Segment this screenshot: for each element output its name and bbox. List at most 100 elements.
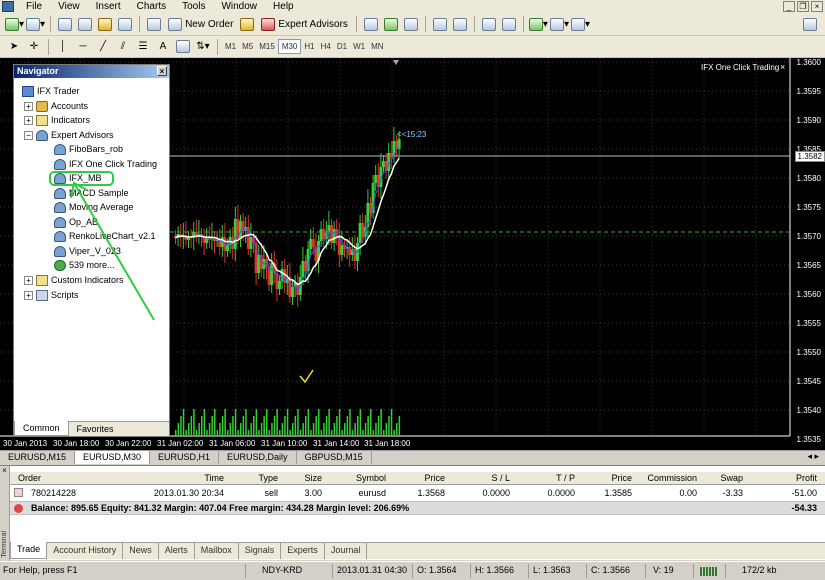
autoscroll-button[interactable]: [500, 15, 518, 33]
tester-button[interactable]: [145, 15, 163, 33]
table-row[interactable]: 780214228 2013.01.30 20:34 sell 3.00 eur…: [10, 486, 825, 500]
volume-bar: [388, 416, 390, 436]
profiles-icon: [26, 17, 41, 31]
tf-h4[interactable]: H4: [318, 40, 334, 53]
tf-m5[interactable]: M5: [239, 40, 256, 53]
tf-mn[interactable]: MN: [368, 40, 386, 53]
trendline-button[interactable]: ╱: [94, 38, 112, 56]
chart-tab-active[interactable]: EURUSD,M30: [75, 451, 151, 464]
tree-root[interactable]: IFX Trader: [22, 84, 80, 98]
chart-tab[interactable]: EURUSD,M15: [0, 451, 76, 464]
navigator-title: Navigator: [17, 66, 59, 76]
tf-h1[interactable]: H1: [301, 40, 317, 53]
zoom-in-button[interactable]: [431, 15, 449, 33]
tab-signals[interactable]: Signals: [239, 543, 282, 559]
menu-tools[interactable]: Tools: [174, 1, 213, 12]
metaeditor-button[interactable]: [238, 15, 256, 33]
tree-indicators[interactable]: + Indicators: [24, 113, 90, 127]
col-price2[interactable]: Price: [611, 473, 632, 483]
cursor-button[interactable]: ➤: [5, 38, 23, 56]
chart-tab[interactable]: EURUSD,Daily: [219, 451, 297, 464]
menu-window[interactable]: Window: [213, 1, 265, 12]
expert-advisors-button[interactable]: Expert Advisors: [258, 15, 350, 33]
new-chart-button[interactable]: ▾: [5, 15, 24, 33]
tf-m1[interactable]: M1: [222, 40, 239, 53]
channel-button[interactable]: ⫽: [114, 38, 132, 56]
col-price[interactable]: Price: [424, 473, 445, 483]
tab-scroll-arrows-icon[interactable]: ◂ ▸: [801, 451, 825, 464]
col-type[interactable]: Type: [258, 473, 278, 483]
close-icon[interactable]: ×: [811, 1, 823, 12]
status-profile[interactable]: NDY-KRD: [262, 565, 302, 575]
candlestick-button[interactable]: [382, 15, 400, 33]
tree-expert-advisors[interactable]: − Expert Advisors: [24, 128, 114, 142]
tab-common[interactable]: Common: [14, 421, 69, 436]
data-window-button[interactable]: [76, 15, 94, 33]
expand-icon[interactable]: +: [24, 290, 33, 300]
tf-m15[interactable]: M15: [256, 40, 278, 53]
menu-view[interactable]: View: [50, 1, 88, 12]
tree-ea-item[interactable]: IFX One Click Trading: [54, 157, 157, 171]
ifx-overlay-close-icon[interactable]: ×: [780, 62, 785, 72]
text-label-button[interactable]: [174, 38, 192, 56]
line-chart-button[interactable]: [402, 15, 420, 33]
menu-file[interactable]: File: [18, 1, 50, 12]
text-button[interactable]: A: [154, 38, 172, 56]
crosshair-button[interactable]: ✛: [25, 38, 43, 56]
collapse-icon[interactable]: −: [24, 130, 33, 140]
tree-accounts[interactable]: + Accounts: [24, 99, 88, 113]
chart-tab[interactable]: EURUSD,H1: [150, 451, 220, 464]
terminal-button[interactable]: [116, 15, 134, 33]
menu-charts[interactable]: Charts: [129, 1, 174, 12]
terminal-close-icon[interactable]: ×: [0, 466, 9, 475]
zoom-out-button[interactable]: [451, 15, 469, 33]
chat-button[interactable]: [801, 15, 819, 33]
col-profit[interactable]: Profit: [796, 473, 817, 483]
navigator-title-bar: Navigator ×: [14, 65, 169, 78]
col-symbol[interactable]: Symbol: [356, 473, 386, 483]
restore-icon[interactable]: ❐: [797, 1, 809, 12]
volume-bar: [180, 416, 182, 436]
horizontal-line-button[interactable]: ─: [74, 38, 92, 56]
bar-chart-button[interactable]: [362, 15, 380, 33]
chart-shift-button[interactable]: [480, 15, 498, 33]
col-time[interactable]: Time: [204, 473, 224, 483]
vertical-line-button[interactable]: │: [54, 38, 72, 56]
col-commission[interactable]: Commission: [647, 473, 697, 483]
new-order-button[interactable]: New Order: [165, 15, 236, 33]
tab-journal[interactable]: Journal: [325, 543, 368, 559]
navigator-button[interactable]: [96, 15, 114, 33]
market-watch-button[interactable]: [56, 15, 74, 33]
col-order[interactable]: Order: [18, 473, 41, 483]
templates-button[interactable]: ▾: [570, 15, 590, 33]
tf-w1[interactable]: W1: [350, 40, 368, 53]
tree-ea-item[interactable]: FiboBars_rob: [54, 142, 123, 156]
connection-status-icon[interactable]: [700, 567, 718, 576]
expand-icon[interactable]: +: [24, 115, 33, 125]
col-swap[interactable]: Swap: [720, 473, 743, 483]
periods-button[interactable]: ▾: [549, 15, 569, 33]
tab-trade[interactable]: Trade: [10, 542, 48, 559]
minimize-icon[interactable]: _: [783, 1, 795, 12]
tab-mailbox[interactable]: Mailbox: [195, 543, 239, 559]
menu-help[interactable]: Help: [265, 1, 302, 12]
expand-icon[interactable]: +: [24, 101, 33, 111]
fibonacci-button[interactable]: ☰: [134, 38, 152, 56]
tab-favorites[interactable]: Favorites: [69, 422, 122, 436]
tab-account-history[interactable]: Account History: [47, 543, 124, 559]
tab-news[interactable]: News: [123, 543, 159, 559]
tf-d1[interactable]: D1: [334, 40, 350, 53]
chart-tab[interactable]: GBPUSD,M15: [297, 451, 372, 464]
arrows-button[interactable]: ⇅▾: [194, 38, 212, 56]
col-tp[interactable]: T / P: [556, 473, 575, 483]
menu-insert[interactable]: Insert: [88, 1, 129, 12]
indicators-button[interactable]: ▾: [528, 15, 548, 33]
col-size[interactable]: Size: [304, 473, 322, 483]
col-sl[interactable]: S / L: [491, 473, 510, 483]
tab-experts[interactable]: Experts: [281, 543, 325, 559]
navigator-close-icon[interactable]: ×: [157, 66, 167, 76]
tf-m30[interactable]: M30: [277, 39, 302, 54]
expand-icon[interactable]: +: [24, 275, 33, 285]
tab-alerts[interactable]: Alerts: [159, 543, 195, 559]
profiles-button[interactable]: ▾: [26, 15, 45, 33]
